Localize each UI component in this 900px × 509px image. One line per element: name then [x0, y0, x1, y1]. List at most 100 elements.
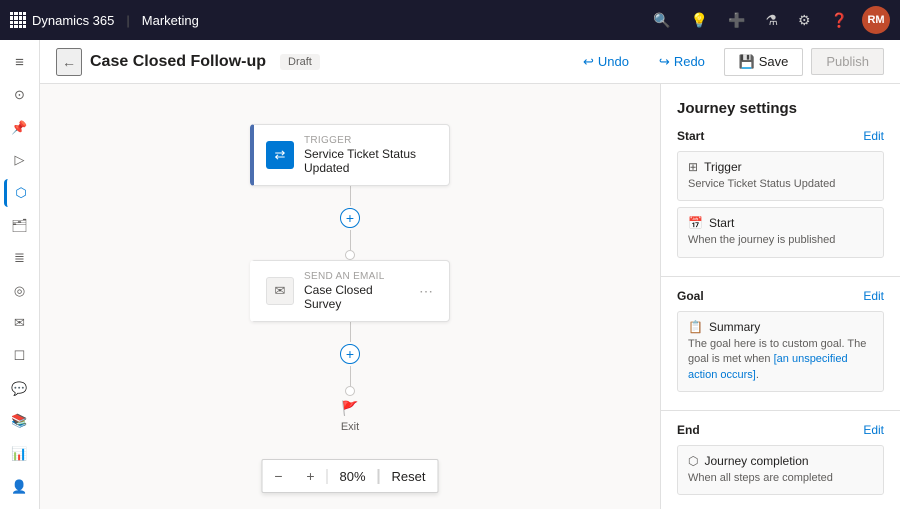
topbar: Dynamics 365 | Marketing 🔍 💡 ➕ ⚗ ⚙ ❓ RM	[0, 0, 900, 40]
end-section-header: End Edit	[677, 423, 884, 437]
divider-1	[661, 276, 900, 277]
summary-card-row: 📋 Summary	[688, 320, 873, 334]
trigger-card-icon: ⊞	[688, 160, 698, 174]
help-icon[interactable]: ❓	[825, 8, 854, 33]
redo-icon: ↪	[659, 54, 670, 70]
user-avatar[interactable]: RM	[862, 6, 890, 34]
zoom-out-button[interactable]: −	[263, 460, 295, 492]
sidebar-item-menu[interactable]: ≡	[4, 48, 36, 77]
save-icon: 💾	[739, 54, 759, 69]
content-area: ⇄ Trigger Service Ticket Status Updated …	[40, 84, 900, 509]
trigger-card-row: ⊞ Trigger	[688, 160, 873, 174]
end-edit-link[interactable]: Edit	[863, 423, 884, 437]
undo-label: Undo	[598, 54, 629, 69]
completion-card-text: When all steps are completed	[688, 471, 873, 486]
app-layout: ≡ ⊙ 📌 ▷ ⬡ 🗂 ≣ ◎ ✉ ☐ 💬 📚 📊 👤 ← Case Close…	[0, 40, 900, 509]
sidebar-item-contacts[interactable]: 👤	[4, 472, 36, 501]
publish-button[interactable]: Publish	[811, 48, 884, 75]
add-step-button-1[interactable]: +	[340, 208, 360, 228]
start-section-header: Start Edit	[677, 129, 884, 143]
sidebar-item-pinned[interactable]: 📌	[4, 113, 36, 142]
email-node-more-button[interactable]: ⋯	[415, 281, 437, 302]
zoom-bar: − + 80% Reset	[262, 459, 439, 493]
settings-icon[interactable]: ⚙	[792, 8, 817, 33]
redo-button[interactable]: ↪ Redo	[648, 48, 716, 76]
trigger-card-text: Service Ticket Status Updated	[688, 177, 873, 192]
zoom-in-button[interactable]: +	[295, 460, 327, 492]
start-card-title: Start	[709, 216, 734, 230]
panel-title: Journey settings	[661, 84, 900, 129]
status-badge: Draft	[280, 54, 320, 70]
goal-label: Goal	[677, 289, 704, 303]
back-button[interactable]: ←	[56, 48, 82, 76]
zoom-level: 80%	[327, 469, 379, 484]
sidebar-item-chat[interactable]: 💬	[4, 374, 36, 403]
start-section: Start Edit ⊞ Trigger Service Ticket Stat…	[661, 129, 900, 276]
add-step-button-2[interactable]: +	[340, 344, 360, 364]
trigger-node-label: Trigger	[304, 135, 437, 146]
main-area: ← Case Closed Follow-up Draft ↩ Undo ↪ R…	[40, 40, 900, 509]
end-label: End	[677, 423, 700, 437]
apps-icon	[10, 12, 26, 28]
summary-text-2: .	[756, 369, 759, 381]
end-section: End Edit ⬡ Journey completion When all s…	[661, 423, 900, 509]
trigger-card[interactable]: ⊞ Trigger Service Ticket Status Updated	[677, 151, 884, 201]
secondary-header: ← Case Closed Follow-up Draft ↩ Undo ↪ R…	[40, 40, 900, 84]
email-node-icon: ✉	[266, 277, 294, 305]
connector-line-3	[350, 322, 351, 342]
sidebar-item-catalog[interactable]: 🗂	[4, 211, 36, 240]
completion-card[interactable]: ⬡ Journey completion When all steps are …	[677, 445, 884, 495]
trigger-node[interactable]: ⇄ Trigger Service Ticket Status Updated	[250, 124, 450, 186]
sidebar-item-library[interactable]: 📚	[4, 407, 36, 436]
topbar-divider: |	[126, 13, 129, 28]
goal-edit-link[interactable]: Edit	[863, 289, 884, 303]
sidebar: ≡ ⊙ 📌 ▷ ⬡ 🗂 ≣ ◎ ✉ ☐ 💬 📚 📊 👤	[0, 40, 40, 509]
goal-section: Goal Edit 📋 Summary The goal here is to …	[661, 289, 900, 410]
connector-line-1	[350, 186, 351, 206]
sidebar-item-segments[interactable]: ◎	[4, 276, 36, 305]
connector-1: +	[340, 186, 360, 260]
connector-2: +	[340, 322, 360, 396]
filter-icon[interactable]: ⚗	[759, 8, 784, 33]
completion-card-icon: ⬡	[688, 454, 698, 468]
sidebar-item-analytics[interactable]: 📊	[4, 440, 36, 469]
sidebar-item-list[interactable]: ≣	[4, 244, 36, 273]
zoom-reset-button[interactable]: Reset	[379, 469, 438, 484]
app-logo[interactable]: Dynamics 365	[10, 12, 114, 28]
flow-container: ⇄ Trigger Service Ticket Status Updated …	[250, 124, 450, 433]
sidebar-item-forms[interactable]: ☐	[4, 342, 36, 371]
start-card-row: 📅 Start	[688, 216, 873, 230]
email-node[interactable]: ✉ Send an email Case Closed Survey ⋯	[250, 260, 450, 322]
summary-card-title: Summary	[709, 320, 760, 334]
plus-icon[interactable]: ➕	[722, 8, 751, 33]
exit-node: 🚩 Exit	[341, 400, 359, 433]
summary-card[interactable]: 📋 Summary The goal here is to custom goa…	[677, 311, 884, 392]
search-icon[interactable]: 🔍	[647, 8, 676, 33]
start-card-icon: 📅	[688, 216, 703, 230]
summary-card-icon: 📋	[688, 320, 703, 334]
start-card-text: When the journey is published	[688, 233, 873, 248]
goal-section-header: Goal Edit	[677, 289, 884, 303]
trigger-node-title: Service Ticket Status Updated	[304, 147, 437, 175]
sidebar-item-recent[interactable]: ⊙	[4, 81, 36, 110]
module-label: Marketing	[142, 13, 199, 28]
connector-circle-2	[345, 386, 355, 396]
canvas-inner[interactable]: ⇄ Trigger Service Ticket Status Updated …	[40, 84, 660, 509]
email-node-title: Case Closed Survey	[304, 283, 405, 311]
exit-icon: 🚩	[341, 400, 358, 417]
connector-line-4	[350, 366, 351, 386]
sidebar-item-journeys[interactable]: ⬡	[4, 179, 36, 208]
save-button[interactable]: 💾 Save	[724, 48, 803, 76]
sidebar-item-run[interactable]: ▷	[4, 146, 36, 175]
start-card[interactable]: 📅 Start When the journey is published	[677, 207, 884, 257]
start-edit-link[interactable]: Edit	[863, 129, 884, 143]
trigger-card-title: Trigger	[704, 160, 742, 174]
sidebar-item-email[interactable]: ✉	[4, 309, 36, 338]
undo-button[interactable]: ↩ Undo	[572, 48, 640, 76]
dynamics-label: Dynamics 365	[32, 13, 114, 28]
exit-label: Exit	[341, 421, 359, 433]
email-node-content: Send an email Case Closed Survey	[304, 271, 405, 311]
redo-label: Redo	[674, 54, 705, 69]
lightbulb-icon[interactable]: 💡	[685, 8, 714, 33]
email-node-label: Send an email	[304, 271, 405, 282]
